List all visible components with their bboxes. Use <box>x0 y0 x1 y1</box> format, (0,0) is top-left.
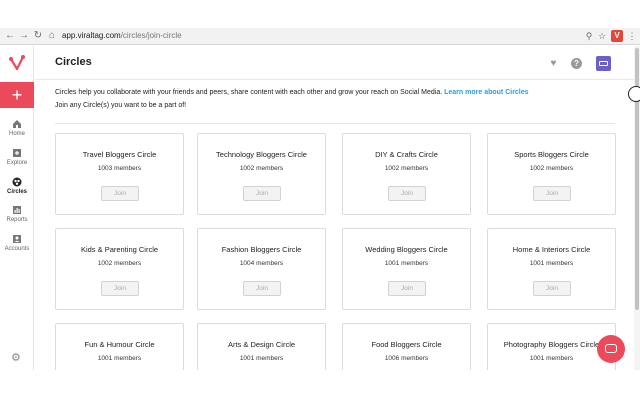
sidebar-item-label: Explore <box>6 160 28 166</box>
circle-name: DIY & Crafts Circle <box>375 150 438 159</box>
join-button[interactable]: Join <box>388 186 426 201</box>
learn-more-link[interactable]: Learn more about Circles <box>444 89 528 96</box>
circles-icon <box>12 177 22 187</box>
explore-icon <box>13 149 21 157</box>
forward-icon[interactable]: → <box>18 30 30 42</box>
join-button[interactable]: Join <box>243 281 281 296</box>
reload-icon[interactable]: ↻ <box>32 30 44 42</box>
viraltag-logo[interactable] <box>8 54 26 72</box>
circle-card: Travel Bloggers Circle 1003 members Join <box>55 133 184 215</box>
mouse-cursor <box>628 86 640 102</box>
zoom-icon[interactable]: ⚲ <box>583 30 595 42</box>
circle-card: Home & Interiors Circle 1001 members Join <box>487 228 616 310</box>
help-icon[interactable]: ? <box>571 58 582 69</box>
bookmark-star-icon[interactable]: ☆ <box>596 30 608 42</box>
heart-icon[interactable]: ♥ <box>548 58 559 69</box>
circle-name: Fashion Bloggers Circle <box>221 245 302 254</box>
circle-members: 1004 members <box>239 260 284 267</box>
circle-members: 1002 members <box>529 165 574 172</box>
join-button[interactable]: Join <box>101 186 139 201</box>
circle-name: Sports Bloggers Circle <box>514 150 589 159</box>
circle-name: Food Bloggers Circle <box>371 340 442 349</box>
page-title: Circles <box>55 56 92 68</box>
join-button[interactable]: Join <box>388 281 426 296</box>
circle-name: Travel Bloggers Circle <box>82 150 157 159</box>
back-icon[interactable]: ← <box>4 30 16 42</box>
sidebar-item-accounts[interactable]: Accounts <box>0 234 34 252</box>
circle-name: Arts & Design Circle <box>227 340 296 349</box>
join-button[interactable]: Join <box>533 186 571 201</box>
circle-members: 1001 members <box>239 355 284 362</box>
accounts-icon <box>13 235 21 243</box>
home-icon <box>13 120 21 128</box>
url-host: app.viraltag.com <box>62 31 121 40</box>
circle-card: Sports Bloggers Circle 1002 members Join <box>487 133 616 215</box>
intro-text: Circles help you collaborate with your f… <box>55 89 529 96</box>
app-window: ← → ↻ ⌂ app.viraltag.com/circles/join-ci… <box>0 0 640 400</box>
circle-name: Wedding Bloggers Circle <box>365 245 448 254</box>
circle-card: Kids & Parenting Circle 1002 members Join <box>55 228 184 310</box>
home-browser-icon[interactable]: ⌂ <box>46 30 58 42</box>
circle-card: DIY & Crafts Circle 1002 members Join <box>342 133 471 215</box>
circle-members: 1001 members <box>384 260 429 267</box>
circle-members: 1002 members <box>97 260 142 267</box>
circle-name: Photography Bloggers Circle <box>503 340 600 349</box>
circle-members: 1006 members <box>384 355 429 362</box>
sidebar-item-reports[interactable]: Reports <box>0 205 34 223</box>
top-margin <box>0 0 640 28</box>
circle-members: 1001 members <box>529 260 574 267</box>
join-button[interactable]: Join <box>533 281 571 296</box>
circle-card: Wedding Bloggers Circle 1001 members Join <box>342 228 471 310</box>
circle-card: Fashion Bloggers Circle 1004 members Join <box>197 228 326 310</box>
chat-icon[interactable] <box>597 335 625 363</box>
reports-icon <box>13 206 21 214</box>
join-button[interactable]: Join <box>101 281 139 296</box>
sidebar-item-label: Circles <box>6 189 27 195</box>
sidebar-item-explore[interactable]: Explore <box>0 148 34 166</box>
circle-name: Fun & Humour Circle <box>84 340 155 349</box>
bottom-margin <box>0 370 640 400</box>
join-button[interactable]: Join <box>243 186 281 201</box>
settings-gear-icon[interactable]: ⚙ <box>11 351 21 364</box>
sidebar-item-label: Home <box>8 131 25 137</box>
circle-members: 1001 members <box>97 355 142 362</box>
menu-dots-icon[interactable]: ⋮ <box>626 30 638 42</box>
circle-name: Technology Bloggers Circle <box>216 150 307 159</box>
circle-members: 1003 members <box>97 165 142 172</box>
intro-subtext: Join any Circle(s) you want to be a part… <box>55 102 187 109</box>
address-bar[interactable]: app.viraltag.com/circles/join-circle <box>62 31 182 40</box>
intro-description: Circles help you collaborate with your f… <box>55 89 443 96</box>
circle-members: 1001 members <box>529 355 574 362</box>
circle-name: Home & Interiors Circle <box>512 245 591 254</box>
extension-icon[interactable]: V <box>611 30 623 42</box>
circle-card: Technology Bloggers Circle 1002 members Jo… <box>197 133 326 215</box>
sidebar-item-label: Accounts <box>4 246 30 252</box>
divider <box>55 123 615 124</box>
sidebar-item-home[interactable]: Home <box>0 119 34 137</box>
circle-name: Kids & Parenting Circle <box>80 245 159 254</box>
url-path: /circles/join-circle <box>120 31 182 40</box>
create-post-button[interactable]: + <box>0 82 34 108</box>
circle-members: 1002 members <box>384 165 429 172</box>
sidebar-item-label: Reports <box>6 217 28 223</box>
sidebar-item-circles[interactable]: Circles <box>0 177 34 195</box>
avatar[interactable] <box>596 56 611 71</box>
circle-members: 1002 members <box>239 165 284 172</box>
